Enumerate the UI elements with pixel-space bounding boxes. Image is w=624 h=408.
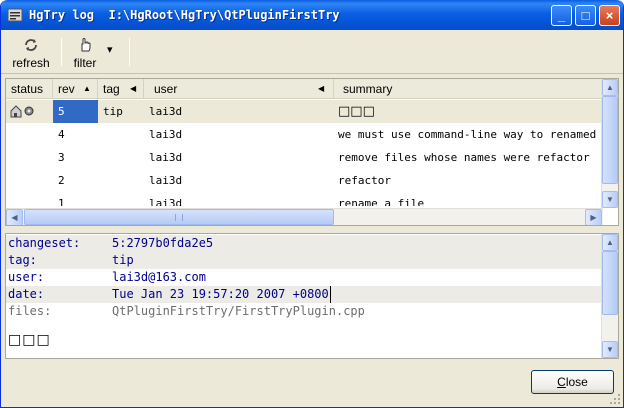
summary-cell: refactor bbox=[338, 174, 391, 187]
toolbar-separator bbox=[129, 38, 130, 66]
date-value: Tue Jan 23 19:57:20 2007 +0800 bbox=[112, 286, 331, 303]
details-vertical-scrollbar[interactable]: ▲ ▼ bbox=[601, 234, 618, 358]
scroll-right-icon: ▶ bbox=[590, 213, 597, 222]
scroll-thumb[interactable] bbox=[602, 251, 618, 315]
column-header-rev[interactable]: rev ▲ bbox=[53, 79, 98, 99]
title-bar[interactable]: HgTry log I:\HgRoot\HgTry\QtPluginFirstT… bbox=[1, 0, 623, 30]
user-cell: lai3d bbox=[149, 105, 183, 118]
user-value: lai3d@163.com bbox=[112, 270, 206, 284]
revision-log-table[interactable]: status rev ▲ tag ◀ user ◀ summary 5 tip … bbox=[5, 78, 619, 226]
toolbar: refresh filter ▾ bbox=[1, 30, 623, 74]
scroll-up-button[interactable]: ▲ bbox=[602, 234, 618, 251]
rev-cell: 2 bbox=[58, 174, 65, 187]
rev-cell: 1 bbox=[58, 197, 65, 206]
scroll-thumb[interactable] bbox=[24, 209, 334, 225]
log-horizontal-scrollbar[interactable]: ◀ ▶ bbox=[6, 208, 603, 225]
tag-key: tag: bbox=[8, 253, 37, 267]
close-button-mnemonic: C bbox=[557, 375, 566, 389]
detail-row-user: user: lai3d@163.com bbox=[6, 269, 602, 286]
description-text: □□□ bbox=[8, 332, 51, 348]
scroll-left-button[interactable]: ◀ bbox=[6, 209, 23, 225]
user-cell: lai3d bbox=[149, 197, 183, 206]
changeset-key: changeset: bbox=[8, 236, 81, 250]
files-value: QtPluginFirstTry/FirstTryPlugin.cpp bbox=[112, 304, 365, 318]
filter-button[interactable]: filter bbox=[65, 34, 105, 70]
table-row[interactable]: 2 lai3d refactor bbox=[6, 169, 603, 192]
detail-row-changeset: changeset: 5:2797b0fda2e5 bbox=[6, 235, 602, 252]
detail-row-date: date: Tue Jan 23 19:57:20 2007 +0800 bbox=[6, 286, 602, 303]
scroll-down-button[interactable]: ▼ bbox=[602, 191, 618, 208]
column-header-tag[interactable]: tag ◀ bbox=[98, 79, 144, 99]
close-button[interactable]: Close bbox=[531, 370, 614, 394]
user-key: user: bbox=[8, 270, 45, 284]
resize-grip-icon[interactable] bbox=[609, 393, 621, 405]
scroll-down-icon: ▼ bbox=[606, 195, 614, 204]
summary-cell: we must use command-line way to renamed bbox=[338, 128, 597, 141]
user-cell: lai3d bbox=[149, 174, 183, 187]
tag-value: tip bbox=[112, 253, 134, 267]
tag-cell bbox=[103, 123, 143, 146]
scroll-up-icon: ▲ bbox=[606, 238, 614, 247]
rev-cell: 5 bbox=[53, 100, 98, 123]
scroll-up-button[interactable]: ▲ bbox=[602, 79, 618, 96]
detail-row-files: files: QtPluginFirstTry/FirstTryPlugin.c… bbox=[6, 303, 602, 320]
window-title: HgTry log I:\HgRoot\HgTry\QtPluginFirstT… bbox=[29, 8, 340, 22]
refresh-icon bbox=[25, 39, 37, 51]
chevron-down-icon: ▾ bbox=[107, 44, 113, 56]
scroll-down-icon: ▼ bbox=[606, 345, 614, 354]
hand-pointer-icon bbox=[81, 38, 91, 52]
maximize-icon: □ bbox=[581, 8, 590, 23]
files-key: files: bbox=[8, 304, 52, 318]
column-header-summary[interactable]: summary bbox=[334, 79, 603, 99]
log-vertical-scrollbar[interactable]: ▲ ▼ bbox=[601, 79, 618, 208]
sort-ascending-icon: ▲ bbox=[83, 84, 91, 93]
close-icon: × bbox=[605, 8, 614, 23]
column-header-user[interactable]: user ◀ bbox=[144, 79, 334, 99]
refresh-button[interactable]: refresh bbox=[7, 34, 55, 70]
date-key: date: bbox=[8, 287, 45, 301]
table-row[interactable]: 3 lai3d remove files whose names were re… bbox=[6, 146, 603, 169]
rev-cell: 3 bbox=[58, 151, 65, 164]
summary-cell: remove files whose names were refactor bbox=[338, 151, 590, 164]
filter-dropdown-button[interactable]: ▾ bbox=[105, 34, 119, 70]
close-button-label: lose bbox=[565, 375, 588, 389]
column-collapse-icon: ◀ bbox=[318, 84, 325, 93]
minimize-button[interactable]: _ bbox=[551, 5, 572, 26]
scroll-thumb[interactable] bbox=[602, 96, 618, 184]
changeset-value: 5:2797b0fda2e5 bbox=[112, 236, 214, 250]
minimize-icon: _ bbox=[557, 8, 566, 23]
maximize-button[interactable]: □ bbox=[575, 5, 596, 26]
scroll-right-button[interactable]: ▶ bbox=[585, 209, 602, 225]
table-row[interactable]: 5 tip lai3d □□□ bbox=[6, 100, 603, 123]
scroll-left-icon: ◀ bbox=[11, 213, 18, 222]
refresh-label: refresh bbox=[12, 56, 50, 70]
column-header-status[interactable]: status bbox=[6, 79, 53, 99]
table-header: status rev ▲ tag ◀ user ◀ summary bbox=[6, 79, 603, 99]
user-cell: lai3d bbox=[149, 128, 183, 141]
status-icon bbox=[10, 105, 34, 118]
summary-cell: rename a file bbox=[338, 197, 425, 206]
toolbar-separator bbox=[61, 38, 62, 66]
tag-cell: tip bbox=[103, 105, 123, 118]
grip-icon bbox=[175, 214, 183, 221]
close-window-button[interactable]: × bbox=[599, 5, 620, 26]
filter-label: filter bbox=[73, 56, 97, 70]
tag-cell bbox=[103, 192, 143, 206]
table-row[interactable]: 1 lai3d rename a file bbox=[6, 192, 603, 206]
tag-cell bbox=[103, 146, 143, 169]
changeset-details[interactable]: changeset: 5:2797b0fda2e5 tag: tip user:… bbox=[5, 233, 619, 359]
column-collapse-icon: ◀ bbox=[130, 84, 137, 93]
detail-row-tag: tag: tip bbox=[6, 252, 602, 269]
rev-cell: 4 bbox=[58, 128, 65, 141]
scroll-up-icon: ▲ bbox=[606, 83, 614, 92]
table-body: 5 tip lai3d □□□ 4 lai3d we must use comm… bbox=[6, 100, 603, 206]
table-row[interactable]: 4 lai3d we must use command-line way to … bbox=[6, 123, 603, 146]
hgtry-log-window: HgTry log I:\HgRoot\HgTry\QtPluginFirstT… bbox=[0, 0, 624, 408]
scroll-down-button[interactable]: ▼ bbox=[602, 341, 618, 358]
user-cell: lai3d bbox=[149, 151, 183, 164]
tag-cell bbox=[103, 169, 143, 192]
summary-cell: □□□ bbox=[338, 104, 375, 119]
app-icon bbox=[7, 8, 23, 22]
